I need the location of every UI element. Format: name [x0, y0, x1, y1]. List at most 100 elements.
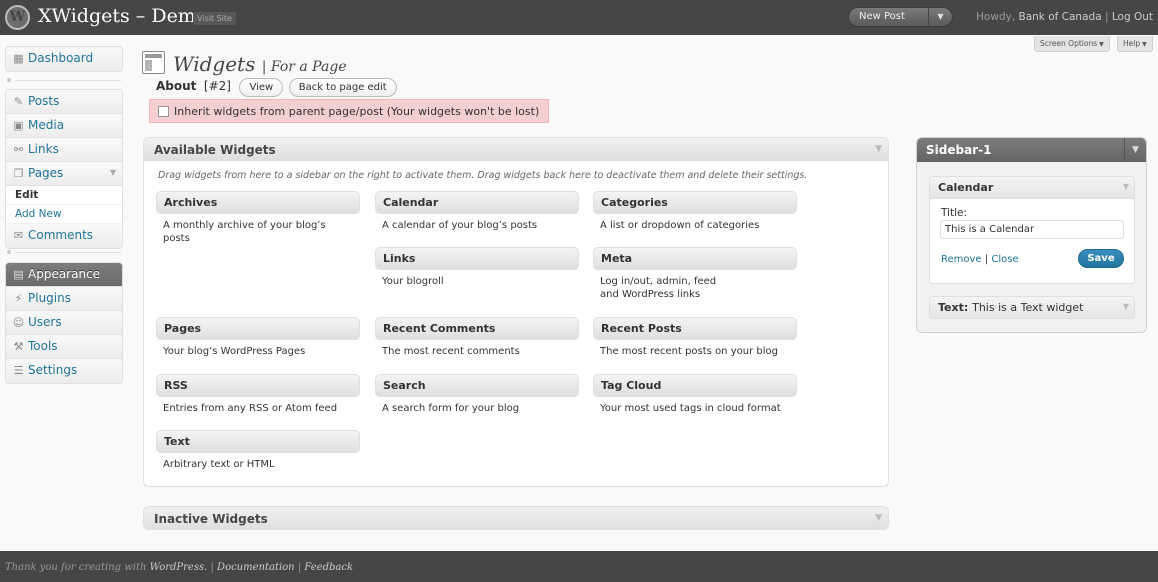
widget-meta[interactable]: Meta Log in/out, admin, feed and WordPre… — [593, 247, 797, 301]
menu-item-comments[interactable]: ✉ Comments — [6, 224, 122, 248]
widget-control-links: Remove | Close — [941, 254, 1019, 265]
sidebar-1-title: Sidebar-1 — [926, 143, 992, 157]
widget-text[interactable]: Text Arbitrary text or HTML — [156, 430, 360, 471]
view-page-button[interactable]: View — [239, 78, 284, 97]
sidebar-widget-calendar: Calendar ▼ Title: Remove | Close Save — [929, 176, 1135, 284]
menu-item-plugins[interactable]: ⚡ Plugins — [6, 287, 122, 311]
menu-item-media[interactable]: ▣ Media — [6, 114, 122, 138]
menu-item-settings[interactable]: ☰ Settings — [6, 359, 122, 383]
widget-title[interactable]: Pages — [156, 317, 360, 340]
text-widget-name: This is a Text widget — [972, 301, 1084, 314]
widget-categories[interactable]: Categories A list or dropdown of categor… — [593, 191, 797, 232]
widget-title[interactable]: Search — [375, 374, 579, 397]
widget-title[interactable]: Links — [375, 247, 579, 270]
menu-item-tools[interactable]: ⚒ Tools — [6, 335, 122, 359]
new-post-link[interactable]: New Post — [859, 11, 905, 22]
admin-header: W XWidgets – Demo Visit Site New Post ▼ … — [0, 0, 1158, 35]
back-to-page-edit-button[interactable]: Back to page edit — [288, 78, 397, 97]
widget-title[interactable]: Archives — [156, 191, 360, 214]
chevron-down-icon[interactable]: ▼ — [875, 144, 882, 154]
save-button[interactable]: Save — [1078, 249, 1124, 268]
screen-options-label: Screen Options — [1040, 39, 1098, 48]
widget-pages[interactable]: Pages Your blog’s WordPress Pages — [156, 317, 360, 358]
close-link[interactable]: Close — [991, 254, 1018, 265]
comment-bubble-icon: ✉ — [13, 229, 24, 242]
menu-label-media: Media — [28, 118, 65, 132]
footer-text: Thank you for creating with WordPress. |… — [5, 562, 353, 573]
chevron-down-icon[interactable]: ▼ — [875, 513, 882, 523]
footer-thanks: Thank you for creating with — [5, 562, 147, 573]
menu-label-users: Users — [28, 315, 62, 329]
page-id-label: [#2] — [203, 79, 231, 93]
text-widget-header[interactable]: Text: This is a Text widget ▼ — [930, 297, 1134, 318]
widget-description: Arbitrary text or HTML — [163, 459, 275, 470]
inherit-widgets-label[interactable]: Inherit widgets from parent page/post (Y… — [174, 105, 539, 118]
screen-options-button[interactable]: Screen Options ▼ — [1034, 36, 1110, 52]
chevron-down-icon[interactable]: ▼ — [110, 168, 116, 177]
site-title[interactable]: XWidgets – Demo — [38, 5, 207, 27]
documentation-link[interactable]: Documentation — [217, 562, 295, 573]
visit-site-button[interactable]: Visit Site — [193, 12, 236, 25]
triangle-down-icon: ▼ — [1142, 41, 1147, 48]
inherit-widgets-checkbox[interactable] — [158, 106, 169, 117]
widget-description: A monthly archive of your blog’s posts — [163, 220, 326, 244]
feedback-link[interactable]: Feedback — [304, 562, 353, 573]
menu-item-appearance[interactable]: ▤ Appearance — [6, 263, 122, 287]
media-icon: ▣ — [13, 119, 24, 132]
chevron-down-icon[interactable]: ▼ — [1123, 302, 1129, 311]
menu-item-posts[interactable]: ✎ Posts — [6, 90, 122, 114]
widget-recent-posts[interactable]: Recent Posts The most recent posts on yo… — [593, 317, 797, 358]
widget-description: Your most used tags in cloud format — [600, 403, 781, 414]
wordpress-logo-icon[interactable]: W — [5, 5, 30, 30]
widget-description: A list or dropdown of categories — [600, 220, 760, 231]
available-widgets-header[interactable]: Available Widgets ▼ — [144, 138, 888, 161]
widget-title[interactable]: Recent Posts — [593, 317, 797, 340]
calendar-widget-header[interactable]: Calendar ▼ — [930, 177, 1134, 199]
chevron-down-icon[interactable]: ▼ — [1124, 138, 1146, 162]
widget-description: Log in/out, admin, feed and WordPress li… — [600, 276, 717, 300]
favorite-actions[interactable]: New Post ▼ — [848, 7, 953, 27]
widget-title[interactable]: Recent Comments — [375, 317, 579, 340]
page-name-label: About — [156, 79, 197, 93]
favorite-toggle-icon[interactable]: ▼ — [928, 8, 952, 26]
tools-icon: ⚒ — [13, 340, 24, 353]
chevron-down-icon[interactable]: ▼ — [1123, 182, 1129, 191]
user-name-link[interactable]: Bank of Canada — [1019, 11, 1102, 23]
remove-link[interactable]: Remove — [941, 254, 982, 265]
widget-search[interactable]: Search A search form for your blog — [375, 374, 579, 415]
menu-item-links[interactable]: ⚯ Links — [6, 138, 122, 162]
title-field[interactable] — [940, 220, 1124, 239]
widget-recent-comments[interactable]: Recent Comments The most recent comments — [375, 317, 579, 358]
inactive-widgets-title: Inactive Widgets — [154, 512, 268, 526]
logout-link[interactable]: Log Out — [1112, 11, 1153, 23]
submenu-item-edit[interactable]: Edit — [6, 186, 122, 205]
widget-title[interactable]: Categories — [593, 191, 797, 214]
inactive-widgets-header[interactable]: Inactive Widgets ▼ — [144, 507, 888, 529]
sidebar-1-header[interactable]: Sidebar-1 ▼ — [917, 138, 1146, 162]
footer-separator: | — [297, 562, 302, 573]
menu-item-pages[interactable]: ❐ Pages ▼ — [6, 162, 122, 186]
sidebar-1-panel: Sidebar-1 ▼ Calendar ▼ Title: Remove | C… — [916, 137, 1147, 333]
widget-links[interactable]: Links Your blogroll — [375, 247, 579, 288]
menu-item-users[interactable]: ☺ Users — [6, 311, 122, 335]
widget-title[interactable]: Calendar — [375, 191, 579, 214]
widget-title[interactable]: Text — [156, 430, 360, 453]
widget-calendar[interactable]: Calendar A calendar of your blog’s posts — [375, 191, 579, 232]
admin-footer: Thank you for creating with WordPress. |… — [0, 551, 1158, 582]
widget-title[interactable]: Meta — [593, 247, 797, 270]
widget-archives[interactable]: Archives A monthly archive of your blog’… — [156, 191, 360, 245]
user-info: Howdy, Bank of Canada | Log Out — [976, 11, 1153, 23]
inherit-widgets-notice: Inherit widgets from parent page/post (Y… — [149, 99, 549, 123]
menu-group-content: ✎ Posts ▣ Media ⚯ Links ❐ Pages ▼ Edit A… — [5, 89, 123, 249]
widget-tag-cloud[interactable]: Tag Cloud Your most used tags in cloud f… — [593, 374, 797, 415]
wordpress-link[interactable]: WordPress. — [150, 562, 208, 573]
widget-description: Your blogroll — [382, 276, 444, 287]
submenu-item-add-new[interactable]: Add New — [6, 205, 122, 224]
help-button[interactable]: Help ▼ — [1117, 36, 1153, 52]
widget-rss[interactable]: RSS Entries from any RSS or Atom feed — [156, 374, 360, 415]
widget-title[interactable]: RSS — [156, 374, 360, 397]
widget-title[interactable]: Tag Cloud — [593, 374, 797, 397]
widget-description: A calendar of your blog’s posts — [382, 220, 538, 231]
menu-item-dashboard[interactable]: ▦ Dashboard — [6, 47, 122, 71]
sidebar-widget-text: Text: This is a Text widget ▼ — [929, 296, 1135, 319]
